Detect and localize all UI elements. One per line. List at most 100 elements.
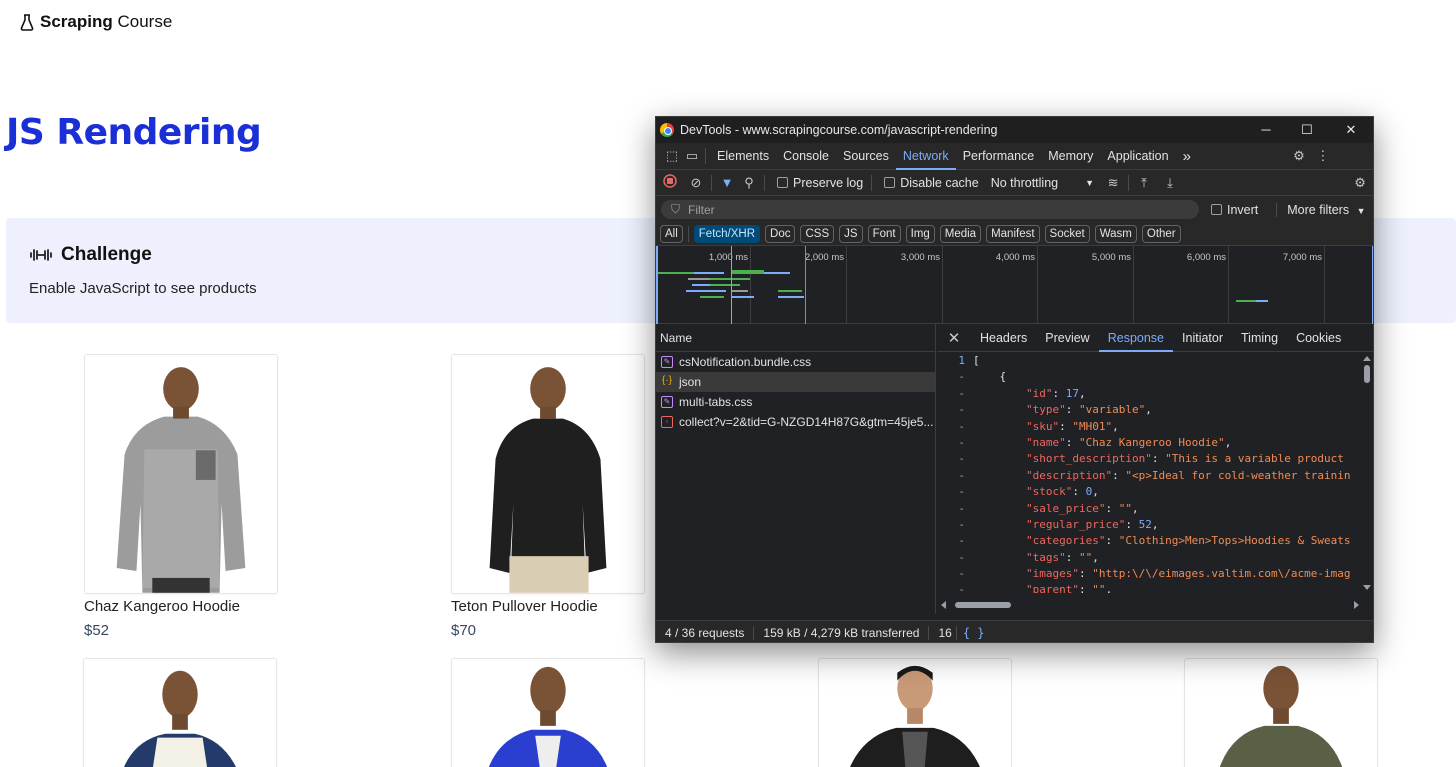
invert-checkbox[interactable]: Invert xyxy=(1211,203,1258,217)
tab-sources[interactable]: Sources xyxy=(836,143,896,170)
request-row[interactable]: ✎ csNotification.bundle.css xyxy=(656,352,935,372)
code-text: "images": "http:\/\/eimages.valtim.com\/… xyxy=(1025,567,1351,581)
product-image[interactable] xyxy=(83,658,277,767)
waterfall-bar xyxy=(1236,300,1258,302)
request-row[interactable]: ◦ collect?v=2&tid=G-NZGD14H87G&gtm=45je5… xyxy=(656,412,935,432)
requests-count: 4 / 36 requests xyxy=(656,625,755,640)
tab-cookies[interactable]: Cookies xyxy=(1287,324,1350,352)
product-name[interactable]: Chaz Kangeroo Hoodie xyxy=(84,598,240,615)
timeline-tick-label: 3,000 ms xyxy=(900,252,940,263)
json-value: "" xyxy=(1118,501,1132,515)
checkbox-box[interactable] xyxy=(777,177,788,188)
maximize-button[interactable]: ☐ xyxy=(1287,121,1327,139)
vertical-scrollbar[interactable] xyxy=(1359,353,1373,593)
minimize-button[interactable]: ─ xyxy=(1246,121,1286,139)
type-filter-wasm[interactable]: Wasm xyxy=(1094,225,1137,243)
json-key: "sale_price" xyxy=(1025,501,1106,515)
throttling-value: No throttling xyxy=(990,175,1059,190)
type-filter-js[interactable]: JS xyxy=(839,225,863,243)
json-value: "" xyxy=(1092,583,1106,593)
code-text: { xyxy=(973,370,1007,384)
devtools-titlebar[interactable]: DevTools - www.scrapingcourse.com/javasc… xyxy=(656,117,1373,143)
search-icon[interactable]: ⚲ xyxy=(738,175,760,191)
more-filters-dropdown[interactable]: More filters ▼ xyxy=(1276,202,1366,217)
tab-network[interactable]: Network xyxy=(895,143,956,170)
filter-funnel-icon[interactable]: ▼ xyxy=(716,175,738,190)
more-tabs-chevron-icon[interactable]: » xyxy=(1176,143,1198,170)
code-line: - "images": "http:\/\/eimages.valtim.com… xyxy=(937,566,1357,582)
type-filter-other[interactable]: Other xyxy=(1141,225,1181,243)
horizontal-scrollbar[interactable] xyxy=(937,596,1373,614)
range-handle-left[interactable] xyxy=(656,246,658,324)
checkbox-box[interactable] xyxy=(884,177,896,188)
network-overview-timeline[interactable]: 1,000 ms 2,000 ms 3,000 ms 4,000 ms 5,00… xyxy=(656,246,1373,324)
type-filter-fetch-xhr[interactable]: Fetch/XHR xyxy=(693,225,761,243)
request-row[interactable]: ✎ multi-tabs.css xyxy=(656,392,935,412)
product-image[interactable] xyxy=(1184,658,1378,767)
type-filter-media[interactable]: Media xyxy=(939,225,982,243)
product-image[interactable] xyxy=(451,354,645,594)
code-line: - "regular_price": 52, xyxy=(937,517,1357,533)
site-logo[interactable]: Scraping Course xyxy=(20,12,172,32)
throttling-select[interactable]: No throttling ▼ xyxy=(991,176,1094,190)
tab-console[interactable]: Console xyxy=(776,143,836,170)
close-window-button[interactable]: ✕ xyxy=(1331,121,1371,139)
response-code-view[interactable]: 1[- {- "id": 17, - "type": "variable", - "… xyxy=(937,353,1357,593)
tab-memory[interactable]: Memory xyxy=(1041,143,1100,170)
tab-application[interactable]: Application xyxy=(1100,143,1175,170)
tab-response[interactable]: Response xyxy=(1098,324,1174,352)
record-stop-icon[interactable] xyxy=(659,174,681,191)
chevron-down-icon: ▼ xyxy=(1356,205,1366,216)
range-handle-right[interactable] xyxy=(1372,246,1373,324)
tab-elements[interactable]: Elements xyxy=(710,143,776,170)
line-number: - xyxy=(958,567,965,581)
type-filter-img[interactable]: Img xyxy=(905,225,935,243)
import-har-upload-icon[interactable]: ⤒ xyxy=(1133,175,1155,191)
inspect-element-icon[interactable]: ⬚ xyxy=(663,148,681,164)
json-key: "id" xyxy=(1025,386,1053,400)
device-toolbar-icon[interactable]: ▭ xyxy=(683,148,701,164)
product-image[interactable] xyxy=(818,658,1012,767)
preserve-log-checkbox[interactable]: Preserve log xyxy=(777,176,863,190)
type-filter-css[interactable]: CSS xyxy=(800,225,835,243)
clear-icon[interactable]: ⊘ xyxy=(685,175,707,191)
product-image[interactable] xyxy=(84,354,278,594)
detail-tabbar: ✕ Headers Preview Response Initiator Tim… xyxy=(937,324,1373,352)
json-key: "stock" xyxy=(1025,485,1073,499)
json-key: "images" xyxy=(1025,567,1079,581)
product-image[interactable] xyxy=(451,658,645,767)
code-line: - "tags": "", xyxy=(937,550,1357,566)
filter-input[interactable]: ⛉ Filter xyxy=(661,200,1199,219)
product-photo xyxy=(452,659,644,767)
settings-gear-icon[interactable]: ⚙ xyxy=(1290,148,1308,164)
name-column-header[interactable]: Name xyxy=(656,324,935,352)
type-filter-font[interactable]: Font xyxy=(867,225,901,243)
devtools-window-title: DevTools - www.scrapingcourse.com/javasc… xyxy=(680,123,998,137)
waterfall-bar xyxy=(700,296,724,298)
network-settings-gear-icon[interactable]: ⚙ xyxy=(1349,175,1371,191)
request-row[interactable]: {·} json xyxy=(656,372,935,392)
product-photo xyxy=(1185,659,1377,767)
tab-headers[interactable]: Headers xyxy=(971,324,1036,352)
type-filter-socket[interactable]: Socket xyxy=(1044,225,1090,243)
kebab-menu-icon[interactable]: ⋮ xyxy=(1314,148,1332,164)
tab-performance[interactable]: Performance xyxy=(956,143,1042,170)
disable-cache-checkbox[interactable]: Disable cache xyxy=(884,176,979,190)
tab-initiator[interactable]: Initiator xyxy=(1173,324,1232,352)
json-key: "regular_price" xyxy=(1025,517,1126,531)
export-har-download-icon[interactable]: ⤓ xyxy=(1159,175,1181,191)
type-filter-all[interactable]: All xyxy=(660,225,683,243)
line-number: - xyxy=(958,419,965,433)
pretty-print-braces-icon[interactable]: { } xyxy=(957,626,985,640)
type-filter-doc[interactable]: Doc xyxy=(765,225,796,243)
product-name[interactable]: Teton Pullover Hoodie xyxy=(451,598,598,615)
tab-preview[interactable]: Preview xyxy=(1036,324,1098,352)
tab-timing[interactable]: Timing xyxy=(1232,324,1287,352)
line-number: - xyxy=(958,370,965,384)
type-filter-manifest[interactable]: Manifest xyxy=(986,225,1040,243)
funnel-icon: ⛉ xyxy=(671,202,681,216)
checkbox-box[interactable] xyxy=(1211,204,1222,215)
code-text: "name": "Chaz Kangeroo Hoodie", xyxy=(1025,435,1232,449)
network-conditions-wifi-icon[interactable]: ≋ xyxy=(1102,175,1124,191)
close-detail-icon[interactable]: ✕ xyxy=(937,329,971,347)
